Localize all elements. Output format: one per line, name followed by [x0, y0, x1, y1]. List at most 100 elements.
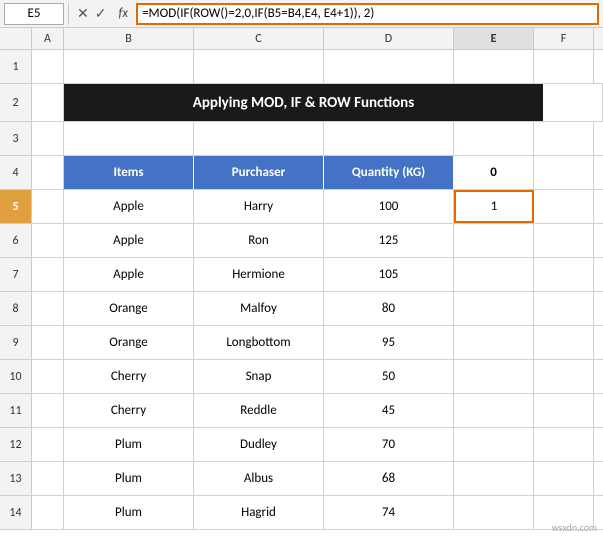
cell-f8[interactable]	[534, 292, 594, 325]
cell-f11[interactable]	[534, 394, 594, 427]
quantity-value: 74	[382, 505, 395, 520]
cell-c10[interactable]: Snap	[194, 360, 324, 393]
formula-bar-icons: ✕ ✓	[73, 5, 110, 22]
col-header-d[interactable]: D	[324, 28, 454, 49]
cell-d10[interactable]: 50	[324, 360, 454, 393]
cell-d13[interactable]: 68	[324, 462, 454, 495]
cell-f2[interactable]	[543, 84, 603, 121]
col-header-f[interactable]: F	[534, 28, 594, 49]
cell-e14[interactable]	[454, 496, 534, 529]
cell-e6[interactable]	[454, 224, 534, 257]
cell-d5[interactable]: 100	[324, 190, 454, 223]
cell-a3[interactable]	[32, 122, 64, 155]
row-number: 11	[0, 394, 32, 427]
col-header-b[interactable]: B	[64, 28, 194, 49]
cell-f13[interactable]	[534, 462, 594, 495]
cell-f7[interactable]	[534, 258, 594, 291]
cell-b8[interactable]: Orange	[64, 292, 194, 325]
cell-a12[interactable]	[32, 428, 64, 461]
table-row: 11 Cherry Reddle 45	[0, 394, 603, 428]
cell-b11[interactable]: Cherry	[64, 394, 194, 427]
cell-e7[interactable]	[454, 258, 534, 291]
cell-a7[interactable]	[32, 258, 64, 291]
cell-f12[interactable]	[534, 428, 594, 461]
cell-a14[interactable]	[32, 496, 64, 529]
cell-b12[interactable]: Plum	[64, 428, 194, 461]
cell-f9[interactable]	[534, 326, 594, 359]
cell-f1[interactable]	[534, 50, 594, 83]
cell-c7[interactable]: Hermione	[194, 258, 324, 291]
watermark: wsxdn.com	[552, 521, 597, 534]
cell-b6[interactable]: Apple	[64, 224, 194, 257]
cell-c9[interactable]: Longbottom	[194, 326, 324, 359]
col-header-a[interactable]: A	[32, 28, 64, 49]
cell-d7[interactable]: 105	[324, 258, 454, 291]
item-value: Apple	[113, 267, 144, 282]
confirm-icon[interactable]: ✓	[95, 5, 107, 22]
cell-f5[interactable]	[534, 190, 594, 223]
cell-d8[interactable]: 80	[324, 292, 454, 325]
cell-e11[interactable]	[454, 394, 534, 427]
cell-c1[interactable]	[194, 50, 324, 83]
cell-f3[interactable]	[534, 122, 594, 155]
cell-c12[interactable]: Dudley	[194, 428, 324, 461]
cell-a13[interactable]	[32, 462, 64, 495]
cell-c14[interactable]: Hagrid	[194, 496, 324, 529]
e5-value: 1	[491, 199, 498, 214]
cell-e13[interactable]	[454, 462, 534, 495]
cell-b5[interactable]: Apple	[64, 190, 194, 223]
cell-d14[interactable]: 74	[324, 496, 454, 529]
cell-e5[interactable]: 1	[454, 190, 534, 223]
col-header-e[interactable]: E	[454, 28, 534, 49]
cell-b13[interactable]: Plum	[64, 462, 194, 495]
table-row: 7 Apple Hermione 105	[0, 258, 603, 292]
cell-c11[interactable]: Reddle	[194, 394, 324, 427]
formula-input[interactable]: =MOD(IF(ROW()=2,0,IF(B5=B4,E4, E4+1)), 2…	[136, 3, 599, 25]
cell-d9[interactable]: 95	[324, 326, 454, 359]
header-purchaser[interactable]: Purchaser	[194, 156, 324, 189]
cell-b14[interactable]: Plum	[64, 496, 194, 529]
cell-e10[interactable]	[454, 360, 534, 393]
cell-a10[interactable]	[32, 360, 64, 393]
item-value: Orange	[109, 335, 147, 350]
cell-reference-box[interactable]: E5	[4, 3, 64, 25]
cell-b1[interactable]	[64, 50, 194, 83]
cell-b10[interactable]: Cherry	[64, 360, 194, 393]
row-number: 4	[0, 156, 32, 189]
cell-a1[interactable]	[32, 50, 64, 83]
row-number: 7	[0, 258, 32, 291]
cell-d6[interactable]: 125	[324, 224, 454, 257]
cell-c8[interactable]: Malfoy	[194, 292, 324, 325]
cell-c6[interactable]: Ron	[194, 224, 324, 257]
cell-b9[interactable]: Orange	[64, 326, 194, 359]
cell-a9[interactable]	[32, 326, 64, 359]
cell-a8[interactable]	[32, 292, 64, 325]
cell-f4[interactable]	[534, 156, 594, 189]
header-items[interactable]: Items	[64, 156, 194, 189]
cell-e12[interactable]	[454, 428, 534, 461]
cell-f6[interactable]	[534, 224, 594, 257]
cell-b3[interactable]	[64, 122, 194, 155]
cell-b7[interactable]: Apple	[64, 258, 194, 291]
header-quantity[interactable]: Quantity (KG)	[324, 156, 454, 189]
cell-d3[interactable]	[324, 122, 454, 155]
cell-d11[interactable]: 45	[324, 394, 454, 427]
cell-d12[interactable]: 70	[324, 428, 454, 461]
cell-e3[interactable]	[454, 122, 534, 155]
cell-c13[interactable]: Albus	[194, 462, 324, 495]
cell-a5[interactable]	[32, 190, 64, 223]
cancel-icon[interactable]: ✕	[77, 5, 89, 22]
cell-e1[interactable]	[454, 50, 534, 83]
cell-e8[interactable]	[454, 292, 534, 325]
cell-a2[interactable]	[32, 84, 64, 121]
cell-d1[interactable]	[324, 50, 454, 83]
cell-a11[interactable]	[32, 394, 64, 427]
cell-a4[interactable]	[32, 156, 64, 189]
col-header-c[interactable]: C	[194, 28, 324, 49]
cell-c3[interactable]	[194, 122, 324, 155]
cell-f10[interactable]	[534, 360, 594, 393]
cell-e4[interactable]: 0	[454, 156, 534, 189]
cell-e9[interactable]	[454, 326, 534, 359]
cell-c5[interactable]: Harry	[194, 190, 324, 223]
cell-a6[interactable]	[32, 224, 64, 257]
